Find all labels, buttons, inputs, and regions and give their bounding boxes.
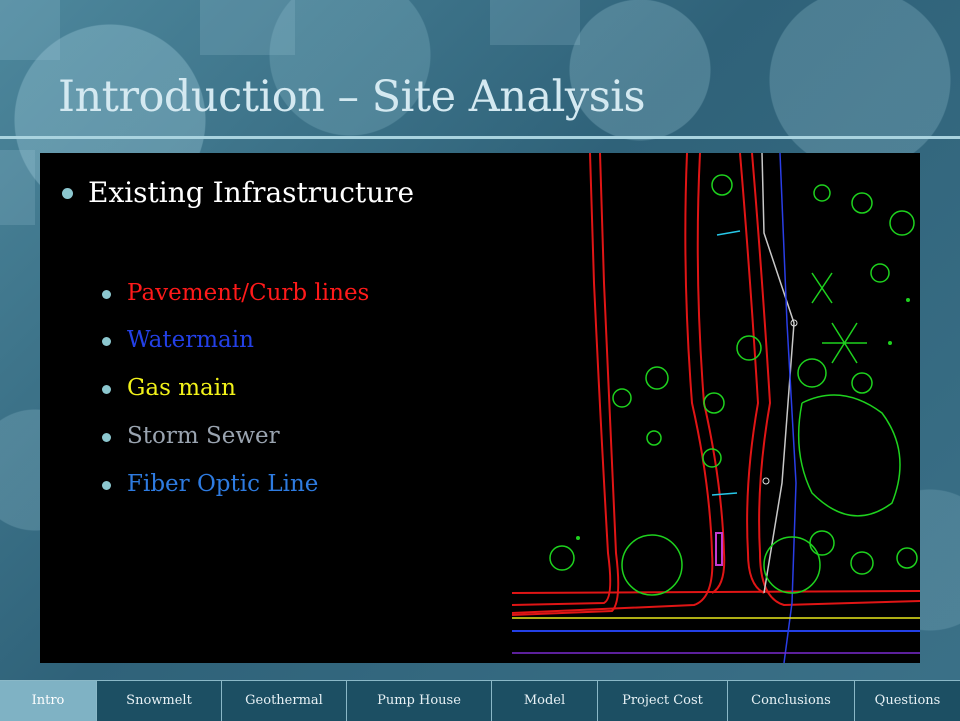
nav-tab-snowmelt[interactable]: Snowmelt <box>97 681 222 721</box>
nav-tab-pump-house[interactable]: Pump House <box>347 681 492 721</box>
content-panel: Existing Infrastructure Pavement/Curb li… <box>40 153 920 663</box>
bullet-icon <box>102 432 111 442</box>
site-plan-drawing <box>512 153 920 663</box>
background-square <box>0 150 35 225</box>
sub-bullet-text: Fiber Optic Line <box>127 471 319 497</box>
background-square <box>200 0 295 55</box>
navigation-bar: Intro Snowmelt Geothermal Pump House Mod… <box>0 680 960 721</box>
title-divider <box>0 136 960 139</box>
sub-bullet-text: Watermain <box>127 327 254 353</box>
background-square <box>490 0 580 45</box>
sub-bullet-gas-main: Gas main <box>102 375 236 401</box>
nav-tab-project-cost[interactable]: Project Cost <box>598 681 728 721</box>
bullet-icon <box>102 384 111 394</box>
slide-title: Introduction – Site Analysis <box>58 72 646 122</box>
main-bullet-text: Existing Infrastructure <box>88 176 415 209</box>
nav-tab-model[interactable]: Model <box>492 681 598 721</box>
bullet-icon <box>102 289 111 299</box>
nav-tab-questions[interactable]: Questions <box>855 681 960 721</box>
nav-tab-conclusions[interactable]: Conclusions <box>728 681 855 721</box>
sub-bullet-pavement: Pavement/Curb lines <box>102 280 369 306</box>
main-bullet: Existing Infrastructure <box>62 176 414 209</box>
sub-bullet-storm-sewer: Storm Sewer <box>102 423 280 449</box>
sub-bullet-text: Gas main <box>127 375 236 401</box>
sub-bullet-text: Pavement/Curb lines <box>127 280 370 306</box>
nav-tab-intro[interactable]: Intro <box>0 681 97 721</box>
sub-bullet-fiber-optic: Fiber Optic Line <box>102 471 318 497</box>
nav-tab-geothermal[interactable]: Geothermal <box>222 681 347 721</box>
bullet-list: Existing Infrastructure Pavement/Curb li… <box>40 153 510 663</box>
sub-bullet-text: Storm Sewer <box>127 423 280 449</box>
bullet-icon <box>102 336 111 346</box>
bullet-icon <box>62 188 73 199</box>
background-square <box>0 0 60 60</box>
sub-bullet-watermain: Watermain <box>102 327 254 353</box>
bullet-icon <box>102 480 111 490</box>
